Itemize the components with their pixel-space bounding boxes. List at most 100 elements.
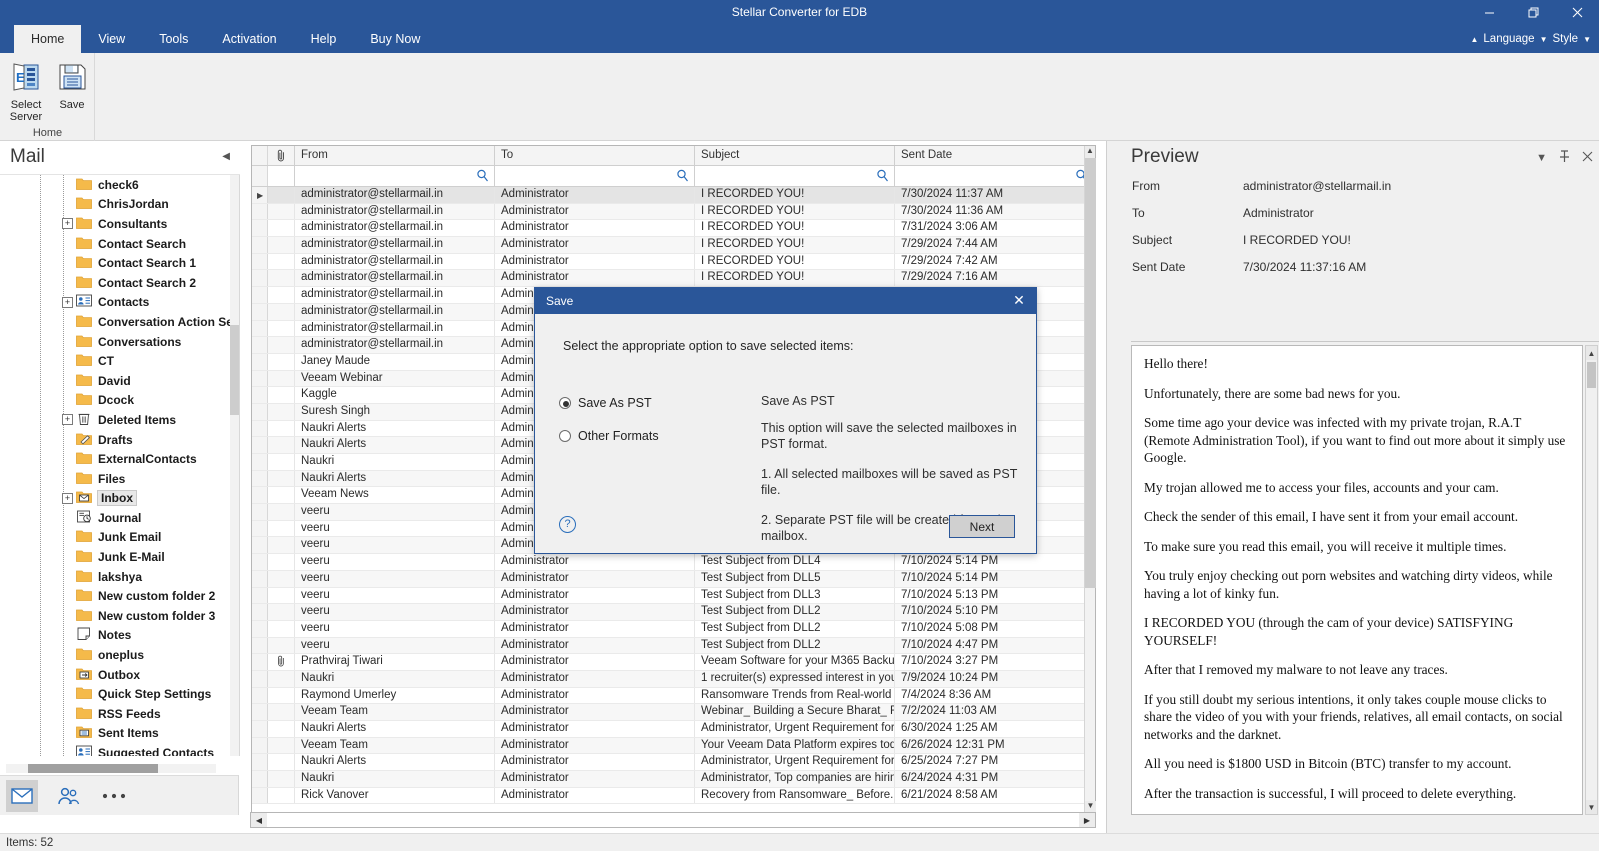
row-selector[interactable] xyxy=(252,470,268,487)
column-header-date[interactable]: Sent Date xyxy=(895,146,1094,165)
tree-item-new-custom-folder-2[interactable]: New custom folder 2 xyxy=(0,586,239,606)
row-selector[interactable] xyxy=(252,587,268,604)
tree-item-inbox[interactable]: + Inbox xyxy=(0,489,239,509)
filter-subject-input[interactable] xyxy=(695,166,895,186)
row-selector[interactable] xyxy=(252,721,268,737)
row-selector[interactable] xyxy=(252,604,268,620)
row-selector[interactable] xyxy=(252,637,268,654)
row-selector[interactable] xyxy=(252,570,268,587)
help-icon[interactable]: ? xyxy=(559,516,576,533)
scroll-left-icon[interactable]: ◀ xyxy=(251,813,267,827)
tree-scroll-thumb[interactable] xyxy=(230,325,239,415)
table-row[interactable]: veeru Administrator Test Subject from DLL3… xyxy=(252,587,1095,605)
table-row[interactable]: Naukri Alerts Administrator Administrator,… xyxy=(252,721,1095,738)
tree-item-conversations[interactable]: Conversations xyxy=(0,332,239,352)
tree-item-externalcontacts[interactable]: ExternalContacts xyxy=(0,449,239,469)
row-selector[interactable] xyxy=(252,237,268,253)
row-selector[interactable] xyxy=(252,504,268,520)
table-row[interactable]: Naukri Alerts Administrator Administrator,… xyxy=(252,754,1095,772)
row-selector[interactable] xyxy=(252,520,268,537)
row-selector[interactable] xyxy=(252,620,268,637)
tree-hscroll-thumb[interactable] xyxy=(28,764,158,773)
row-selector[interactable] xyxy=(252,303,268,320)
table-row[interactable]: veeru Administrator Test Subject from DLL2… xyxy=(252,637,1095,655)
filter-date-input[interactable] xyxy=(895,166,1094,186)
grid-vertical-scrollbar[interactable]: ▲ ▼ xyxy=(1084,146,1096,813)
expand-icon[interactable]: + xyxy=(62,218,73,230)
row-selector[interactable] xyxy=(252,670,268,687)
row-selector[interactable] xyxy=(252,654,268,670)
column-header-from[interactable]: From xyxy=(295,146,495,165)
row-selector[interactable] xyxy=(252,253,268,270)
filter-to-input[interactable] xyxy=(495,166,695,186)
style-chevron-down-icon[interactable]: ▼ xyxy=(1583,35,1591,44)
tree-item-outbox[interactable]: Outbox xyxy=(0,665,239,685)
language-button[interactable]: Language xyxy=(1483,33,1534,45)
row-selector[interactable] xyxy=(252,704,268,720)
tab-help[interactable]: Help xyxy=(294,25,354,53)
table-row[interactable]: Veeam Team Administrator Webinar_ Building… xyxy=(252,704,1095,721)
row-selector[interactable] xyxy=(252,420,268,437)
table-row[interactable]: veeru Administrator Test Subject from DLL4… xyxy=(252,554,1095,571)
table-row[interactable]: administrator@stellarmail.inAdministrato… xyxy=(252,253,1095,271)
table-row[interactable]: administrator@stellarmail.inAdministrato… xyxy=(252,237,1095,254)
nav-mail-button[interactable] xyxy=(6,779,38,812)
table-row[interactable]: Rick Vanover Administrator Recovery from R… xyxy=(252,787,1095,805)
table-row[interactable]: veeru Administrator Test Subject from DLL5… xyxy=(252,570,1095,588)
row-selector[interactable] xyxy=(252,320,268,337)
tree-item-lakshya[interactable]: lakshya xyxy=(0,567,239,587)
table-row[interactable]: veeru Administrator Test Subject from DLL2… xyxy=(252,604,1095,621)
table-row[interactable]: Prathviraj Tiwari Administrator Veeam Soft… xyxy=(252,654,1095,671)
tab-buy-now[interactable]: Buy Now xyxy=(353,25,437,53)
row-selector[interactable] xyxy=(252,554,268,570)
row-selector[interactable] xyxy=(252,387,268,403)
tree-item-contacts[interactable]: + Contacts xyxy=(0,293,239,313)
row-selector[interactable] xyxy=(252,287,268,303)
tree-item-david[interactable]: David xyxy=(0,371,239,391)
close-icon[interactable] xyxy=(1555,0,1599,25)
tree-item-consultants[interactable]: + Consultants xyxy=(0,214,239,234)
tab-view[interactable]: View xyxy=(81,25,142,53)
tree-horizontal-scrollbar[interactable] xyxy=(6,764,216,773)
preview-body-scrollbar[interactable]: ▲ ▼ xyxy=(1585,345,1598,815)
preview-body-scroll-up-icon[interactable]: ▲ xyxy=(1586,346,1597,360)
preview-body-scroll-down-icon[interactable]: ▼ xyxy=(1586,800,1597,814)
tree-item-junk-e-mail[interactable]: Junk E-Mail xyxy=(0,547,239,567)
radio-save-as-pst[interactable]: Save As PST xyxy=(559,396,652,410)
pin-icon[interactable] xyxy=(1559,150,1570,166)
table-row[interactable]: administrator@stellarmail.inAdministrato… xyxy=(252,270,1095,288)
search-icon[interactable] xyxy=(676,169,689,187)
tree-item-conversation-action-set[interactable]: Conversation Action Set xyxy=(0,312,239,332)
expand-ribbon-icon[interactable]: ▲ xyxy=(1470,35,1478,44)
radio-other-formats-indicator[interactable] xyxy=(559,430,571,442)
maximize-restore-icon[interactable] xyxy=(1511,0,1555,25)
column-header-attach[interactable] xyxy=(268,146,295,165)
row-selector[interactable] xyxy=(252,687,268,704)
row-selector[interactable] xyxy=(252,337,268,353)
table-row[interactable]: veeru Administrator Test Subject from DLL2… xyxy=(252,620,1095,638)
minimize-button[interactable] xyxy=(1467,0,1511,25)
hscroll-track[interactable] xyxy=(267,813,1079,827)
tree-item-deleted-items[interactable]: + Deleted Items xyxy=(0,410,239,430)
row-selector[interactable]: ▶ xyxy=(252,187,268,203)
nav-people-button[interactable] xyxy=(52,780,84,812)
folder-tree[interactable]: check6 ChrisJordan + Consultants Contact Sea… xyxy=(0,175,240,756)
tree-vertical-scrollbar[interactable] xyxy=(230,175,239,756)
table-row[interactable]: administrator@stellarmail.inAdministrato… xyxy=(252,220,1095,238)
style-button[interactable]: Style xyxy=(1553,33,1579,45)
row-selector[interactable] xyxy=(252,220,268,237)
tree-item-contact-search[interactable]: Contact Search xyxy=(0,234,239,254)
close-icon[interactable]: ✕ xyxy=(1010,291,1028,309)
grid-horizontal-scrollbar[interactable]: ◀ ▶ xyxy=(250,812,1096,828)
tree-item-ct[interactable]: CT xyxy=(0,351,239,371)
row-selector[interactable] xyxy=(252,270,268,287)
tree-item-new-custom-folder-3[interactable]: New custom folder 3 xyxy=(0,606,239,626)
tree-item-sent-items[interactable]: Sent Items xyxy=(0,724,239,744)
table-row[interactable]: ▶ administrator@stellarmail.in Administrat… xyxy=(252,187,1095,204)
tab-tools[interactable]: Tools xyxy=(142,25,205,53)
tree-item-rss-feeds[interactable]: RSS Feeds xyxy=(0,704,239,724)
nav-more-button[interactable] xyxy=(98,780,130,812)
table-row[interactable]: Naukri Administrator 1 recruiter(s) expres… xyxy=(252,670,1095,688)
tree-item-chrisjordan[interactable]: ChrisJordan xyxy=(0,195,239,215)
radio-save-as-pst-indicator[interactable] xyxy=(559,397,571,409)
